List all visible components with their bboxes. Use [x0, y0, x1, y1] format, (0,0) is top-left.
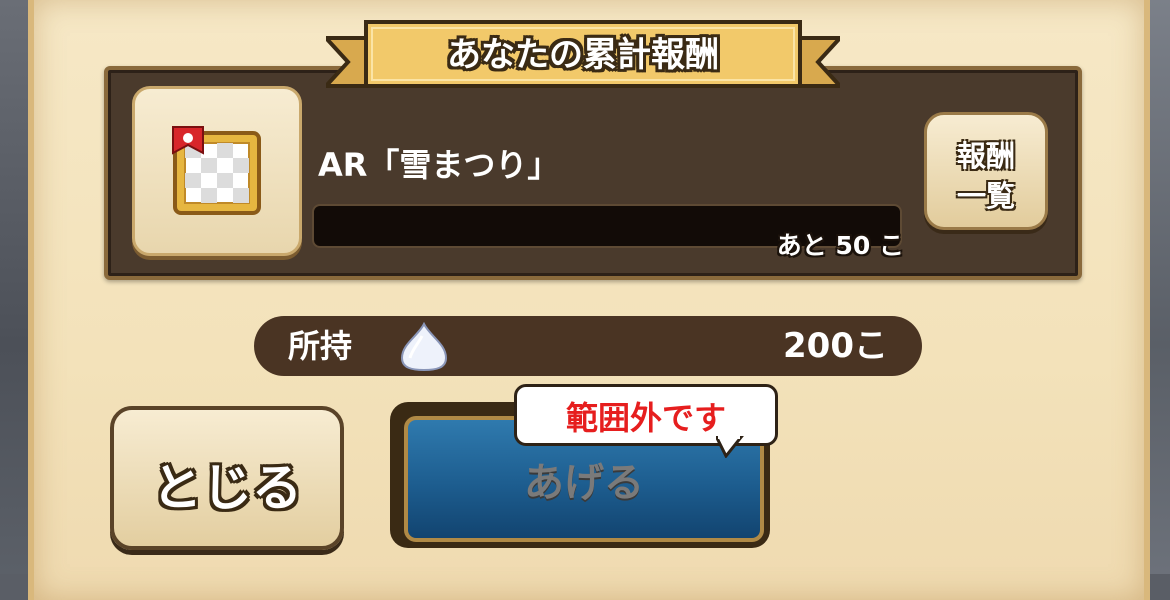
remaining-count: あと 50 こ [776, 231, 904, 260]
dialog-title: あなたの累計報酬 [447, 35, 719, 75]
reward-item-tile[interactable] [132, 86, 302, 256]
close-button-label: とじる [152, 459, 302, 517]
holding-value: 200こ [783, 326, 888, 366]
reward-list-label-line1: 報酬 [956, 139, 1015, 173]
holding-bar: 所持 200こ [254, 316, 922, 376]
white-drop-icon [400, 322, 448, 372]
reward-list-button[interactable]: 報酬 一覧 [924, 112, 1048, 230]
holding-label: 所持 [288, 327, 353, 365]
close-button[interactable]: とじる [110, 406, 344, 550]
tooltip-tail [716, 436, 744, 458]
reward-item-name: AR「雪まつり」 [318, 146, 560, 184]
tooltip-text: 範囲外です [565, 399, 726, 437]
picture-frame-icon [172, 126, 261, 215]
reward-list-label-line2: 一覧 [956, 179, 1015, 213]
give-button-label: あげる [524, 460, 644, 506]
title-ribbon: あなたの累計報酬 [326, 16, 840, 104]
